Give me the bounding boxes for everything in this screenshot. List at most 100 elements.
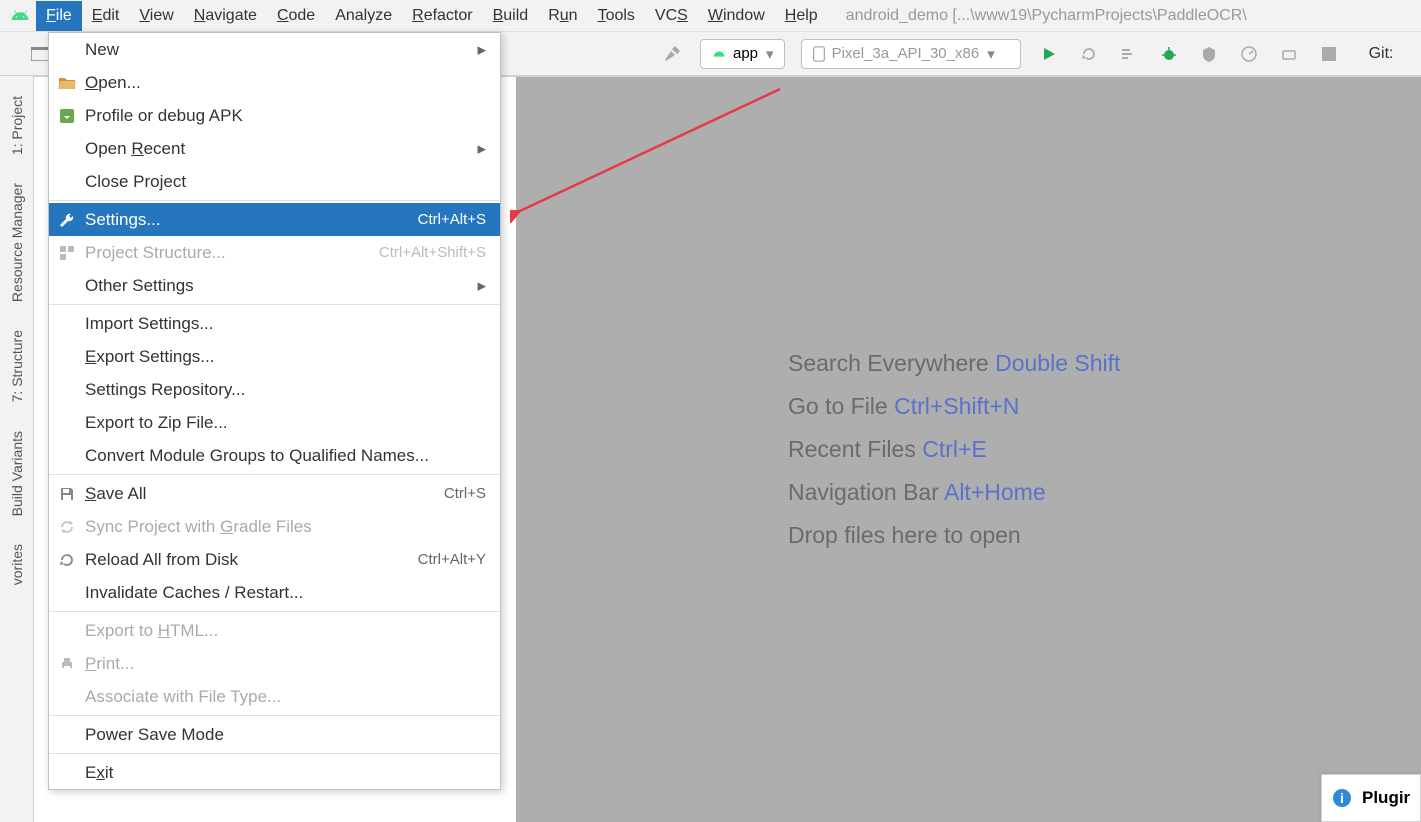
shortcut-key: Ctrl+E (922, 436, 987, 462)
info-icon: i (1332, 788, 1352, 808)
menu-window[interactable]: Window (698, 1, 775, 31)
menu-item-invalidate-caches-restart[interactable]: Invalidate Caches / Restart... (49, 576, 500, 609)
editor-placeholder[interactable]: Search Everywhere Double Shift Go to File… (516, 77, 1421, 822)
menu-build[interactable]: Build (483, 1, 539, 31)
run-icon[interactable] (1035, 40, 1063, 68)
plugin-popup[interactable]: i Plugir (1321, 774, 1421, 822)
tool-strip: 1: Project Resource Manager 7: Structure Bu… (0, 76, 34, 822)
folder-open-icon (57, 76, 77, 90)
menu-item-label: Save All (85, 484, 146, 504)
menu-item-import-settings[interactable]: Import Settings... (49, 307, 500, 340)
shortcut-label: Ctrl+Alt+Shift+S (379, 244, 486, 261)
menu-item-save-all[interactable]: Save AllCtrl+S (49, 477, 500, 510)
menu-item-label: Import Settings... (85, 314, 214, 334)
menu-view[interactable]: View (129, 1, 183, 31)
menu-item-open-recent[interactable]: Open Recent▸ (49, 132, 500, 165)
shortcut-label: Ctrl+Alt+Y (418, 551, 486, 568)
step-icon[interactable] (1115, 40, 1143, 68)
menu-code[interactable]: Code (267, 1, 325, 31)
menu-item-profile-or-debug-apk[interactable]: Profile or debug APK (49, 99, 500, 132)
run-config-selector[interactable]: app ▾ (700, 39, 785, 69)
menu-item-label: Reload All from Disk (85, 550, 238, 570)
project-structure-icon (57, 245, 77, 261)
tool-strip-vorites[interactable]: vorites (9, 544, 25, 585)
menu-vcs[interactable]: VCS (645, 1, 698, 31)
menu-item-sync-project-with-gradle-files: Sync Project with Gradle Files (49, 510, 500, 543)
menu-item-settings-repository[interactable]: Settings Repository... (49, 373, 500, 406)
menu-item-settings[interactable]: Settings...Ctrl+Alt+S (49, 203, 500, 236)
chevron-right-icon: ▸ (477, 40, 486, 60)
shortcut-key: Double Shift (995, 350, 1120, 376)
menu-help[interactable]: Help (775, 1, 828, 31)
menu-item-export-to-zip-file[interactable]: Export to Zip File... (49, 406, 500, 439)
menu-item-label: Settings... (85, 210, 161, 230)
menu-item-project-structure: Project Structure...Ctrl+Alt+Shift+S (49, 236, 500, 269)
editor-hint: Drop files here to open (788, 522, 1421, 549)
menu-item-label: Associate with File Type... (85, 687, 281, 707)
menubar: FileEditViewNavigateCodeAnalyzeRefactorB… (0, 0, 1421, 32)
menu-refactor[interactable]: Refactor (402, 1, 482, 31)
menu-file[interactable]: File (36, 1, 82, 31)
tool-strip-7-structure[interactable]: 7: Structure (9, 330, 25, 402)
menu-item-new[interactable]: New▸ (49, 33, 500, 66)
menu-run[interactable]: Run (538, 1, 587, 31)
menu-item-exit[interactable]: Exit (49, 756, 500, 789)
save-all-icon (57, 486, 77, 502)
wrench-icon (57, 212, 77, 228)
menu-edit[interactable]: Edit (82, 1, 130, 31)
menu-item-label: Settings Repository... (85, 380, 245, 400)
menu-item-associate-with-file-type: Associate with File Type... (49, 680, 500, 713)
tool-strip-1-project[interactable]: 1: Project (9, 96, 25, 155)
caret-down-icon: ▾ (766, 45, 774, 63)
editor-hint: Navigation Bar Alt+Home (788, 479, 1421, 506)
menu-item-label: Export to Zip File... (85, 413, 228, 433)
plugin-label: Plugir (1362, 788, 1410, 808)
menu-item-label: Sync Project with Gradle Files (85, 517, 312, 537)
profiler-icon[interactable] (1235, 40, 1263, 68)
shortcut-key: Ctrl+Shift+N (894, 393, 1019, 419)
menu-tools[interactable]: Tools (588, 1, 645, 31)
shortcut-key: Alt+Home (944, 479, 1046, 505)
menu-analyze[interactable]: Analyze (325, 1, 402, 31)
menu-item-print: Print... (49, 647, 500, 680)
menu-navigate[interactable]: Navigate (184, 1, 267, 31)
menu-item-label: Print... (85, 654, 134, 674)
menu-separator (49, 474, 500, 475)
menu-item-other-settings[interactable]: Other Settings▸ (49, 269, 500, 302)
menu-item-convert-module-groups-to-qualified-names[interactable]: Convert Module Groups to Qualified Names… (49, 439, 500, 472)
menu-item-close-project[interactable]: Close Project (49, 165, 500, 198)
editor-hint: Search Everywhere Double Shift (788, 350, 1421, 377)
menu-item-export-to-html: Export to HTML... (49, 614, 500, 647)
file-menu: New▸ Open... Profile or debug APK Open Rece… (48, 32, 501, 790)
attach-icon[interactable] (1275, 40, 1303, 68)
device-label: Pixel_3a_API_30_x86 (832, 45, 980, 62)
menu-separator (49, 715, 500, 716)
menu-item-label: Power Save Mode (85, 725, 224, 745)
reload-icon (57, 552, 77, 568)
menu-separator (49, 753, 500, 754)
menu-item-label: Export to HTML... (85, 621, 218, 641)
device-selector[interactable]: Pixel_3a_API_30_x86 ▾ (801, 39, 1021, 69)
hammer-icon[interactable] (658, 40, 686, 68)
menu-item-reload-all-from-disk[interactable]: Reload All from Disk Ctrl+Alt+Y (49, 543, 500, 576)
stop-icon[interactable] (1315, 40, 1343, 68)
tool-strip-build-variants[interactable]: Build Variants (9, 431, 25, 516)
rerun-icon[interactable] (1075, 40, 1103, 68)
menu-item-open[interactable]: Open... (49, 66, 500, 99)
menu-separator (49, 200, 500, 201)
menu-item-label: Convert Module Groups to Qualified Names… (85, 446, 429, 466)
editor-hint: Go to File Ctrl+Shift+N (788, 393, 1421, 420)
coverage-icon[interactable] (1195, 40, 1223, 68)
menu-item-label: Open... (85, 73, 141, 93)
apk-icon (57, 108, 77, 124)
caret-down-icon: ▾ (987, 45, 995, 63)
git-label: Git: (1369, 45, 1394, 63)
menu-item-power-save-mode[interactable]: Power Save Mode (49, 718, 500, 751)
project-title: android_demo [...\www19\PycharmProjects\… (846, 7, 1247, 25)
menu-separator (49, 304, 500, 305)
svg-text:i: i (1340, 790, 1344, 806)
debug-icon[interactable] (1155, 40, 1183, 68)
menu-item-label: Profile or debug APK (85, 106, 243, 126)
tool-strip-resource-manager[interactable]: Resource Manager (9, 183, 25, 302)
menu-item-export-settings[interactable]: Export Settings... (49, 340, 500, 373)
